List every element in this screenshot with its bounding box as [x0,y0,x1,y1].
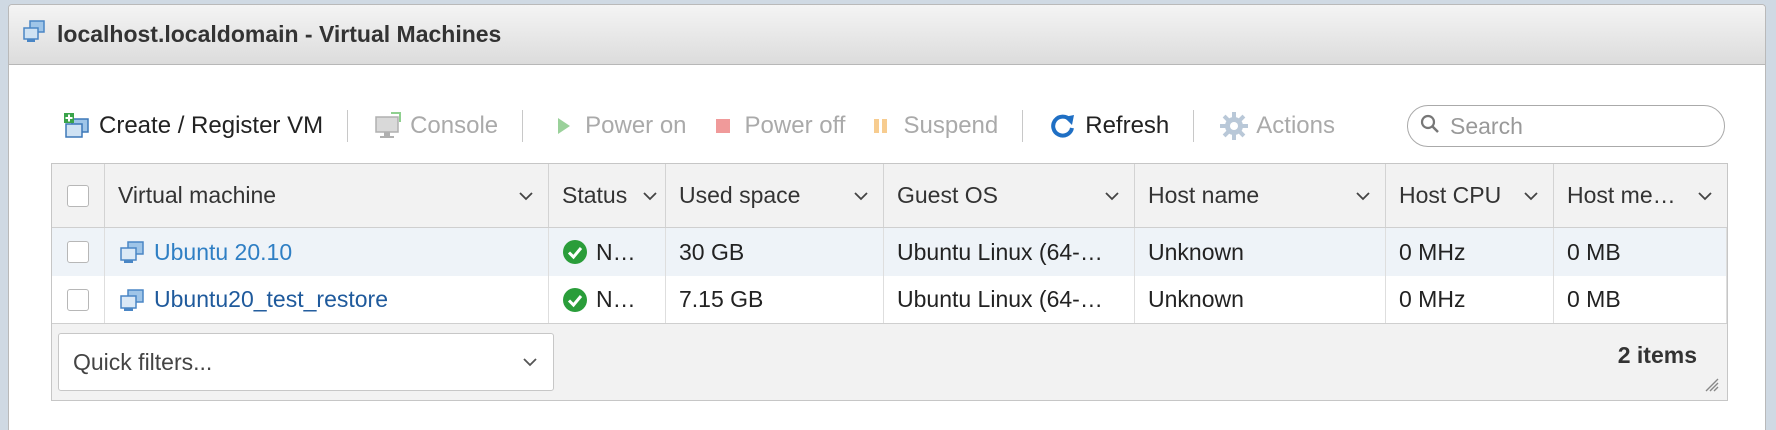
column-header-status[interactable]: Status [549,164,666,227]
power-on-button[interactable]: Power on [537,106,696,146]
table-row[interactable]: Ubuntu20_test_restore N… 7.15 GB Ubuntu … [52,276,1727,324]
toolbar-separator [347,110,349,142]
column-header-host-memory[interactable]: Host me… [1554,164,1727,227]
chevron-down-icon [643,191,657,200]
play-icon [547,110,579,142]
chevron-down-icon [523,358,537,367]
create-register-vm-button[interactable]: Create / Register VM [51,106,333,146]
row-checkbox-cell [52,228,105,276]
host-cpu-cell: 0 MHz [1386,228,1554,276]
toolbar-separator [522,110,524,142]
select-all-checkbox[interactable] [67,184,89,207]
console-button[interactable]: Console [362,106,508,146]
vm-icon [120,288,144,311]
stop-icon [707,110,739,142]
suspend-button[interactable]: Suspend [855,106,1008,146]
chevron-down-icon [1698,191,1712,200]
search-box[interactable] [1407,105,1725,147]
column-header-guest-os[interactable]: Guest OS [884,164,1135,227]
host-cpu-cell: 0 MHz [1386,276,1554,323]
search-input[interactable] [1448,111,1702,141]
column-header-used-space[interactable]: Used space [666,164,884,227]
row-checkbox[interactable] [67,288,89,311]
chevron-down-icon [854,191,868,200]
quick-filters-label: Quick filters... [73,348,213,375]
guest-os-cell: Ubuntu Linux (64-… [884,276,1135,323]
quick-filters-select[interactable]: Quick filters... [58,333,554,391]
host-name-cell: Unknown [1135,228,1386,276]
create-register-vm-label: Create / Register VM [99,112,324,139]
host-name-cell: Unknown [1135,276,1386,323]
actions-button[interactable]: Actions [1208,106,1345,146]
table-row[interactable]: Ubuntu 20.10 N… 30 GB Ubuntu Linux (64-…… [52,228,1727,276]
check-circle-icon [563,240,587,264]
column-header-host-name[interactable]: Host name [1135,164,1386,227]
title-bar: localhost.localdomain - Virtual Machines [9,5,1765,65]
power-off-label: Power off [744,112,846,139]
power-on-label: Power on [585,112,687,139]
refresh-label: Refresh [1085,112,1170,139]
vm-name-link[interactable]: Ubuntu 20.10 [154,239,292,266]
column-header-virtual-machine[interactable]: Virtual machine [105,164,549,227]
table-header: Virtual machine Status Used space Guest … [52,164,1727,228]
table-footer: Quick filters... 2 items [52,324,1727,400]
gear-icon [1218,110,1250,142]
status-cell: N… [549,276,666,323]
vm-panel: localhost.localdomain - Virtual Machines… [8,4,1766,430]
used-space-cell: 30 GB [666,228,884,276]
search-icon [1420,114,1440,139]
vm-name-cell: Ubuntu20_test_restore [105,276,549,323]
column-header-host-cpu[interactable]: Host CPU [1386,164,1554,227]
chevron-down-icon [1524,191,1538,200]
resize-grip-icon[interactable] [1703,376,1719,392]
select-all-cell [52,164,105,227]
status-text: N… [596,238,636,265]
guest-os-cell: Ubuntu Linux (64-… [884,228,1135,276]
refresh-icon [1047,110,1079,142]
toolbar: Create / Register VM Console Power on Po… [51,101,1725,151]
power-off-button[interactable]: Power off [697,106,856,146]
item-count: 2 items [1617,342,1697,368]
status-cell: N… [549,228,666,276]
console-icon [372,110,404,142]
host-memory-cell: 0 MB [1554,228,1727,276]
console-label: Console [410,112,499,139]
window-title: localhost.localdomain - Virtual Machines [57,21,502,47]
chevron-down-icon [519,191,533,200]
vm-name-link[interactable]: Ubuntu20_test_restore [154,286,388,313]
vm-table: Virtual machine Status Used space Guest … [51,163,1728,401]
toolbar-separator [1022,110,1024,142]
check-circle-icon [563,287,587,312]
suspend-label: Suspend [903,112,999,139]
host-memory-cell: 0 MB [1554,276,1727,323]
create-vm-icon [61,110,93,142]
row-checkbox-cell [52,276,105,323]
vm-icon [120,241,144,263]
status-text: N… [596,286,636,312]
used-space-cell: 7.15 GB [666,276,884,323]
actions-label: Actions [1256,112,1335,139]
chevron-down-icon [1356,191,1370,200]
vm-group-icon [21,19,47,50]
vm-name-cell: Ubuntu 20.10 [105,228,549,276]
row-checkbox[interactable] [67,241,89,263]
toolbar-separator [1193,110,1195,142]
refresh-button[interactable]: Refresh [1037,106,1179,146]
chevron-down-icon [1105,191,1119,200]
pause-icon [865,110,897,142]
